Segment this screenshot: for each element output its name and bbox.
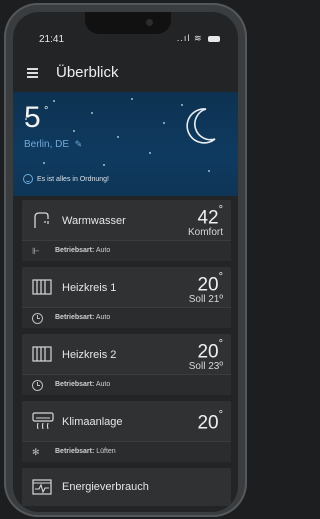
card-note: Soll 21º — [188, 294, 223, 305]
card-label: Heizkreis 1 — [62, 282, 117, 294]
air-conditioner-icon — [32, 412, 54, 430]
menu-icon[interactable] — [27, 68, 38, 78]
notch — [85, 12, 171, 34]
card-label: Klimaanlage — [62, 416, 123, 428]
city-name: Berlin, DE — [24, 139, 70, 150]
system-status-text: Es ist alles in Ordnung! — [37, 175, 109, 183]
temperature-unit: ° — [44, 105, 49, 117]
signal-icon: ..ıl — [176, 33, 191, 43]
camera — [146, 19, 153, 26]
card-heizkreis-1[interactable]: Heizkreis 1 20° Soll 21º Betriebsart: Au… — [22, 267, 231, 328]
radiator-icon — [32, 279, 52, 295]
smiley-icon — [23, 174, 33, 184]
weather-panel[interactable]: 5 ° Berlin, DE ✎ Es ist alles in Ordnung… — [13, 92, 238, 196]
mode-text: Betriebsart: Lüften — [55, 448, 116, 455]
status-icons: ..ıl ≋ — [177, 33, 220, 44]
location-label[interactable]: Berlin, DE ✎ — [24, 139, 82, 150]
page-title: Überblick — [56, 64, 119, 81]
mode-text: Betriebsart: Auto — [55, 314, 111, 321]
card-value: 20° — [197, 338, 223, 363]
energy-monitor-icon — [32, 479, 52, 495]
radiator-icon — [32, 346, 52, 362]
card-value: 42° — [197, 204, 223, 229]
moon-icon — [186, 108, 216, 144]
faucet-small-icon: ⊩ — [32, 246, 40, 256]
phone-frame: 21:41 ..ıl ≋ Überblick 5 ° Berlin, DE ✎ … — [4, 3, 247, 517]
battery-icon — [208, 35, 220, 42]
wifi-icon: ≋ — [193, 33, 203, 43]
clock-icon — [32, 313, 43, 324]
fan-icon: ✻ — [32, 447, 40, 457]
app-bar: Überblick — [13, 58, 238, 90]
card-warmwasser[interactable]: Warmwasser 42° Komfort ⊩ Betriebsart: Au… — [22, 200, 231, 261]
card-note: Komfort — [187, 227, 223, 238]
card-energieverbrauch[interactable]: Energieverbrauch — [22, 468, 231, 506]
card-value: 20° — [197, 271, 223, 296]
card-note: Soll 23º — [188, 361, 223, 372]
card-label: Heizkreis 2 — [62, 349, 117, 361]
card-heizkreis-2[interactable]: Heizkreis 2 20° Soll 23º Betriebsart: Au… — [22, 334, 231, 395]
mode-text: Betriebsart: Auto — [55, 381, 111, 388]
clock-icon — [32, 380, 43, 391]
app-screen: 21:41 ..ıl ≋ Überblick 5 ° Berlin, DE ✎ … — [13, 12, 238, 512]
status-time: 21:41 — [39, 34, 65, 45]
pencil-icon[interactable]: ✎ — [75, 139, 83, 150]
system-status: Es ist alles in Ordnung! — [23, 174, 109, 184]
current-temperature: 5 — [24, 101, 41, 134]
card-value: 20° — [197, 409, 223, 434]
mode-text: Betriebsart: Auto — [55, 247, 111, 254]
card-klimaanlage[interactable]: Klimaanlage 20° ✻ Betriebsart: Lüften — [22, 401, 231, 462]
card-label: Energieverbrauch — [62, 481, 149, 493]
faucet-icon — [34, 212, 49, 228]
card-label: Warmwasser — [62, 215, 126, 227]
